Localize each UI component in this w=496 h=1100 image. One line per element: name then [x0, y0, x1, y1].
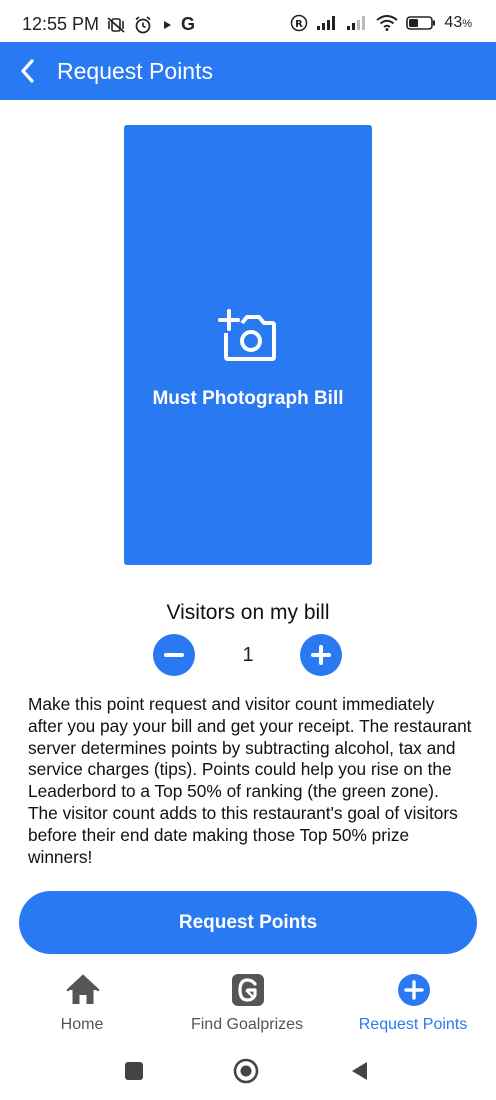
circle-icon	[233, 1058, 259, 1084]
home-icon	[66, 974, 100, 1004]
home-system-button[interactable]	[232, 1057, 260, 1085]
back-triangle-icon	[352, 1062, 367, 1080]
photograph-bill-label: Must Photograph Bill	[152, 388, 344, 409]
add-circle-icon	[398, 974, 430, 1006]
increase-visitors-button[interactable]	[300, 634, 342, 676]
wifi-icon	[376, 15, 399, 31]
nav-item-home[interactable]: Home	[2, 965, 162, 1041]
bottom-navigation: Home Find Goalprizes Request Points	[0, 965, 496, 1045]
status-left: 12:55 PM G	[22, 14, 195, 35]
svg-text:R: R	[296, 19, 304, 30]
recent-apps-button[interactable]	[120, 1057, 148, 1085]
photograph-bill-button[interactable]: Must Photograph Bill	[124, 125, 372, 565]
play-store-icon	[160, 18, 174, 32]
battery-percent: 43%	[444, 14, 472, 31]
decrease-visitors-button[interactable]	[153, 634, 195, 676]
app-bar: Request Points	[0, 42, 496, 100]
visitors-title: Visitors on my bill	[166, 601, 330, 624]
back-system-button[interactable]	[345, 1057, 373, 1085]
back-arrow-icon	[21, 59, 34, 83]
system-navigation-bar	[0, 1045, 496, 1100]
page-title: Request Points	[57, 58, 213, 84]
request-points-label: Request Points	[178, 911, 318, 933]
nav-label-find-goalprizes: Find Goalprizes	[190, 1016, 304, 1033]
vibrate-off-icon	[106, 16, 126, 34]
signal-icon-sim1	[316, 15, 338, 31]
instructions-text: Make this point request and visitor coun…	[28, 694, 472, 867]
status-bar: 12:55 PM G R 43%	[0, 0, 496, 42]
registered-icon: R	[290, 14, 308, 32]
request-points-button[interactable]: Request Points	[19, 891, 477, 954]
nav-label-home: Home	[60, 1016, 104, 1033]
nav-item-find-goalprizes[interactable]: Find Goalprizes	[167, 965, 327, 1041]
signal-icon-sim2	[346, 15, 368, 31]
nav-label-request-points: Request Points	[358, 1016, 468, 1033]
status-right: R 43%	[290, 14, 472, 32]
goalprizes-logo-icon	[232, 974, 264, 1006]
add-camera-icon	[218, 309, 276, 361]
back-button[interactable]	[8, 51, 48, 91]
battery-icon	[406, 15, 436, 31]
alarm-icon	[133, 15, 153, 35]
square-icon	[125, 1062, 143, 1080]
status-time: 12:55 PM	[22, 14, 100, 34]
visitor-count: 1	[242, 644, 254, 666]
nav-item-request-points[interactable]: Request Points	[333, 965, 493, 1041]
google-icon: G	[181, 14, 196, 34]
